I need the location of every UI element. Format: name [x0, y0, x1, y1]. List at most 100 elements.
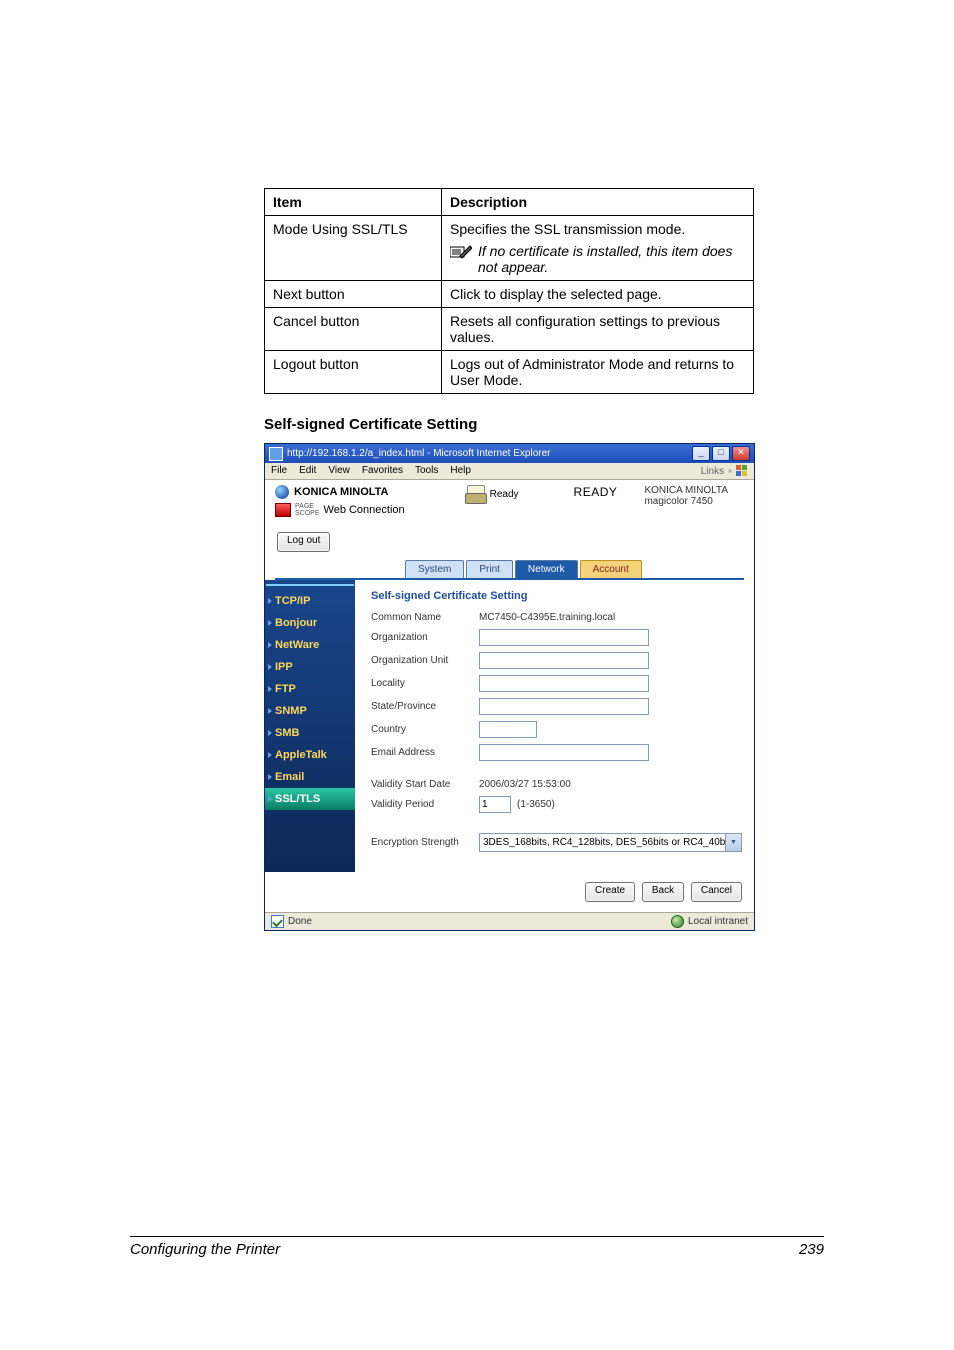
menu-file[interactable]: File: [271, 465, 287, 477]
menu-help[interactable]: Help: [450, 465, 471, 477]
back-button[interactable]: Back: [642, 882, 684, 902]
desc-text: Logs out of Administrator Mode and retur…: [442, 351, 754, 394]
label-encryption: Encryption Strength: [371, 837, 479, 849]
maximize-button[interactable]: □: [712, 446, 730, 461]
sidebar-item-tcpip[interactable]: TCP/IP: [265, 590, 355, 612]
menu-view[interactable]: View: [328, 465, 350, 477]
table-row: Mode Using SSL/TLS Specifies the SSL tra…: [265, 216, 754, 281]
label-common-name: Common Name: [371, 612, 479, 623]
page-header: KONICA MINOLTA PAGE SCOPE Web Connection…: [265, 480, 754, 520]
sidebar-item-ssltls[interactable]: SSL/TLS: [265, 788, 355, 810]
section-heading: Self-signed Certificate Setting: [264, 416, 824, 433]
menu-favorites[interactable]: Favorites: [362, 465, 403, 477]
chevron-icon: »: [728, 468, 732, 475]
sidebar-item-snmp[interactable]: SNMP: [265, 700, 355, 722]
status-bar: Done Local intranet: [265, 912, 754, 930]
note-text: If no certificate is installed, this ite…: [478, 243, 745, 275]
spec-table: Item Description Mode Using SSL/TLS Spec…: [264, 188, 754, 394]
label-org-unit: Organization Unit: [371, 655, 479, 666]
footer-left: Configuring the Printer: [130, 1241, 280, 1258]
right-brand: KONICA MINOLTA: [644, 485, 728, 496]
status-zone-text: Local intranet: [688, 916, 748, 927]
input-locality[interactable]: [479, 675, 649, 692]
label-country: Country: [371, 724, 479, 735]
table-row: Logout button Logs out of Administrator …: [265, 351, 754, 394]
create-button[interactable]: Create: [585, 882, 635, 902]
suffix-validity-period: (1-3650): [517, 799, 555, 810]
desc-text: Click to display the selected page.: [442, 281, 754, 308]
main-panel: Self-signed Certificate Setting Common N…: [355, 580, 754, 872]
label-organization: Organization: [371, 632, 479, 643]
input-state[interactable]: [479, 698, 649, 715]
links-toolbar[interactable]: Links »: [701, 465, 748, 477]
right-model: magicolor 7450: [644, 496, 728, 507]
col-desc: Description: [442, 189, 754, 216]
sidebar-item-ftp[interactable]: FTP: [265, 678, 355, 700]
chevron-down-icon: ▼: [725, 834, 741, 851]
web-connection-text: Web Connection: [324, 504, 405, 516]
tab-underline: [275, 578, 744, 580]
label-email: Email Address: [371, 747, 479, 758]
item-cell: Mode Using SSL/TLS: [273, 221, 408, 237]
footer-rule: [130, 1236, 824, 1237]
sidebar-highlight: [266, 584, 354, 586]
printer-icon: [465, 485, 485, 503]
sidebar-item-netware[interactable]: NetWare: [265, 634, 355, 656]
desc-text: Resets all configuration settings to pre…: [442, 308, 754, 351]
input-validity-period[interactable]: [479, 796, 511, 813]
browser-window: http://192.168.1.2/a_index.html - Micros…: [264, 443, 755, 931]
item-cell: Next button: [265, 281, 442, 308]
col-item: Item: [265, 189, 442, 216]
sidebar-item-email[interactable]: Email: [265, 766, 355, 788]
desc-text: Specifies the SSL transmission mode.: [450, 221, 745, 237]
note-icon: [450, 244, 472, 263]
logout-button[interactable]: Log out: [277, 532, 330, 552]
input-org-unit[interactable]: [479, 652, 649, 669]
zone-icon: [671, 915, 684, 928]
km-globe-icon: [275, 485, 289, 499]
minimize-button[interactable]: _: [692, 446, 710, 461]
sidebar-item-ipp[interactable]: IPP: [265, 656, 355, 678]
sidebar-item-smb[interactable]: SMB: [265, 722, 355, 744]
table-row: Cancel button Resets all configuration s…: [265, 308, 754, 351]
done-icon: [271, 915, 284, 928]
tab-network[interactable]: Network: [515, 560, 578, 578]
input-organization[interactable]: [479, 629, 649, 646]
page-footer: Configuring the Printer 239: [130, 1236, 824, 1258]
pagescope-small-label: PAGE SCOPE: [295, 503, 320, 517]
table-row: Next button Click to display the selecte…: [265, 281, 754, 308]
value-common-name: MC7450-C4395E.training.local: [479, 612, 615, 623]
sidebar-item-bonjour[interactable]: Bonjour: [265, 612, 355, 634]
titlebar: http://192.168.1.2/a_index.html - Micros…: [265, 444, 754, 463]
close-button[interactable]: ✕: [732, 446, 750, 461]
input-email[interactable]: [479, 744, 649, 761]
tab-print[interactable]: Print: [466, 560, 513, 578]
label-validity-start: Validity Start Date: [371, 779, 479, 790]
printer-status-caps: READY: [574, 485, 618, 499]
item-cell: Cancel button: [265, 308, 442, 351]
label-locality: Locality: [371, 678, 479, 689]
form-title: Self-signed Certificate Setting: [371, 590, 742, 602]
select-encryption[interactable]: 3DES_168bits, RC4_128bits, DES_56bits or…: [479, 833, 742, 852]
links-label: Links: [701, 466, 724, 477]
brand-text: KONICA MINOLTA: [294, 486, 389, 498]
pagescope-icon: [275, 503, 291, 517]
sidebar: TCP/IP Bonjour NetWare IPP FTP SNMP SMB …: [265, 580, 355, 872]
label-validity-period: Validity Period: [371, 799, 479, 810]
tab-account[interactable]: Account: [580, 560, 642, 578]
select-encryption-value: 3DES_168bits, RC4_128bits, DES_56bits or…: [483, 837, 735, 848]
menu-tools[interactable]: Tools: [415, 465, 438, 477]
cancel-button[interactable]: Cancel: [691, 882, 742, 902]
window-title: http://192.168.1.2/a_index.html - Micros…: [287, 448, 550, 459]
sidebar-item-appletalk[interactable]: AppleTalk: [265, 744, 355, 766]
input-country[interactable]: [479, 721, 537, 738]
menu-edit[interactable]: Edit: [299, 465, 316, 477]
ie-icon: [269, 447, 283, 461]
ie-flag-icon: [736, 465, 748, 477]
printer-status-small: Ready: [490, 489, 519, 500]
status-done-text: Done: [288, 916, 312, 927]
value-validity-start: 2006/03/27 15:53:00: [479, 779, 571, 790]
tab-system[interactable]: System: [405, 560, 464, 578]
menubar: File Edit View Favorites Tools Help Link…: [265, 463, 754, 480]
footer-page-number: 239: [799, 1241, 824, 1258]
